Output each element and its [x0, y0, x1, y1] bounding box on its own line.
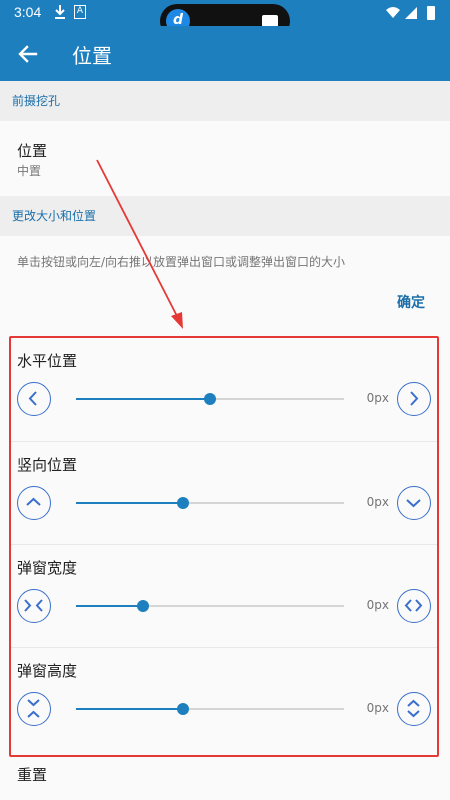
- shrink-vertical-icon[interactable]: [17, 692, 51, 726]
- expand-vertical-icon[interactable]: [397, 692, 431, 726]
- slider-title: 弹窗宽度: [17, 559, 78, 577]
- reset-button[interactable]: 重置: [17, 764, 47, 785]
- slider-title: 竖向位置: [17, 456, 78, 474]
- slider-track[interactable]: [76, 393, 344, 405]
- back-arrow-icon[interactable]: [12, 38, 44, 70]
- slider-track[interactable]: [76, 497, 344, 509]
- expand-horizontal-icon[interactable]: [397, 589, 431, 623]
- slider-fill: [76, 708, 184, 710]
- slider-fill: [76, 605, 143, 607]
- chevron-left-icon[interactable]: [17, 382, 51, 416]
- slider-row-width: 弹窗宽度 0px: [11, 544, 437, 647]
- page-title: 位置: [72, 44, 112, 68]
- app-bar: 位置: [0, 26, 450, 81]
- slider-row-height: 弹窗高度 0px: [11, 647, 437, 750]
- slider-row-horizontal: 水平位置 0px: [11, 338, 437, 441]
- slider-panel: 水平位置 0px 竖向位置 0px 弹窗宽度 0px 弹窗高度 0px: [9, 336, 439, 757]
- section-header-resize: 更改大小和位置: [0, 196, 450, 236]
- chevron-right-icon[interactable]: [397, 382, 431, 416]
- notification-icon: A: [74, 5, 86, 19]
- slider-track[interactable]: [76, 703, 344, 715]
- slider-value: 0px: [366, 598, 389, 612]
- shrink-horizontal-icon[interactable]: [17, 589, 51, 623]
- slider-thumb[interactable]: [177, 497, 190, 509]
- slider-fill: [76, 398, 210, 400]
- slider-thumb[interactable]: [177, 703, 190, 715]
- confirm-button[interactable]: 确定: [397, 292, 425, 312]
- slider-row-vertical: 竖向位置 0px: [11, 441, 437, 544]
- slider-value: 0px: [366, 391, 389, 405]
- download-icon: [55, 5, 65, 19]
- slider-title: 弹窗高度: [17, 662, 78, 680]
- section-header-front-camera: 前摄挖孔: [0, 81, 450, 121]
- chevron-up-icon[interactable]: [17, 486, 51, 520]
- slider-value: 0px: [366, 495, 389, 509]
- slider-title: 水平位置: [17, 352, 78, 370]
- position-preference[interactable]: 位置 中置: [0, 121, 450, 196]
- chevron-down-icon[interactable]: [397, 486, 431, 520]
- wifi-icon: [386, 7, 400, 18]
- battery-icon: [427, 6, 435, 20]
- position-summary: 中置: [17, 164, 42, 178]
- status-time: 3:04: [14, 4, 42, 20]
- slider-track[interactable]: [76, 600, 344, 612]
- slider-value: 0px: [366, 701, 389, 715]
- resize-description: 单击按钮或向左/向右推以放置弹出窗口或调整弹出窗口的大小: [17, 255, 346, 269]
- slider-thumb[interactable]: [204, 393, 216, 405]
- signal-icon: [405, 7, 417, 19]
- position-title: 位置: [17, 142, 48, 160]
- status-icons: [386, 6, 435, 20]
- status-bar: 3:04 A d: [0, 0, 450, 38]
- slider-fill: [76, 502, 184, 504]
- slider-thumb[interactable]: [137, 600, 149, 612]
